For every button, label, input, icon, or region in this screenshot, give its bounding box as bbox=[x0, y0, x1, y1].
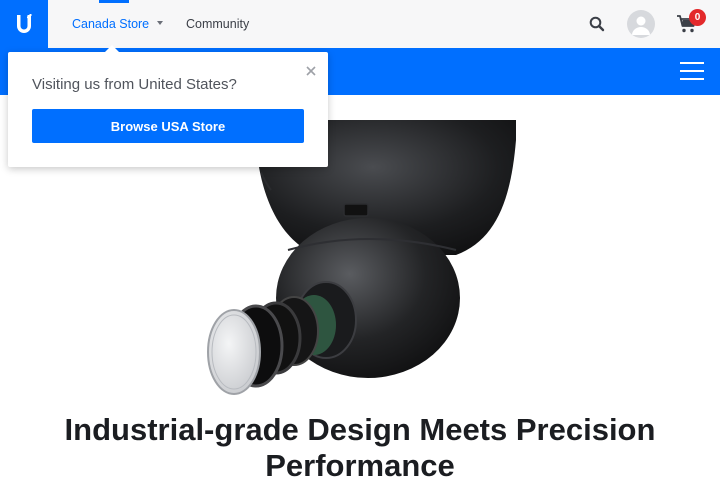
community-link[interactable]: Community bbox=[186, 0, 249, 48]
user-icon bbox=[632, 16, 650, 35]
popup-arrow bbox=[105, 45, 119, 52]
store-selector-label: Canada Store bbox=[72, 17, 150, 31]
top-navigation-bar: Canada Store Community 0 bbox=[0, 0, 720, 48]
search-icon bbox=[589, 16, 605, 32]
store-selector-dropdown[interactable]: Canada Store bbox=[72, 0, 164, 48]
cart-count-badge: 0 bbox=[689, 9, 706, 26]
store-suggestion-popup: Visiting us from United States? Browse U… bbox=[8, 45, 328, 167]
caret-down-icon bbox=[157, 21, 164, 25]
hero-headline: Industrial-grade Design Meets Precision … bbox=[64, 412, 656, 483]
close-popup-button[interactable] bbox=[304, 64, 318, 78]
search-button[interactable] bbox=[586, 13, 608, 35]
browse-usa-store-button[interactable]: Browse USA Store bbox=[32, 109, 304, 143]
popup-message: Visiting us from United States? bbox=[32, 76, 237, 93]
active-tab-indicator bbox=[99, 0, 129, 3]
hamburger-menu-icon[interactable] bbox=[680, 62, 704, 80]
account-avatar-button[interactable] bbox=[627, 10, 655, 38]
ubiquiti-logo-icon bbox=[17, 14, 32, 33]
close-icon bbox=[306, 66, 316, 76]
logo[interactable] bbox=[0, 0, 48, 48]
